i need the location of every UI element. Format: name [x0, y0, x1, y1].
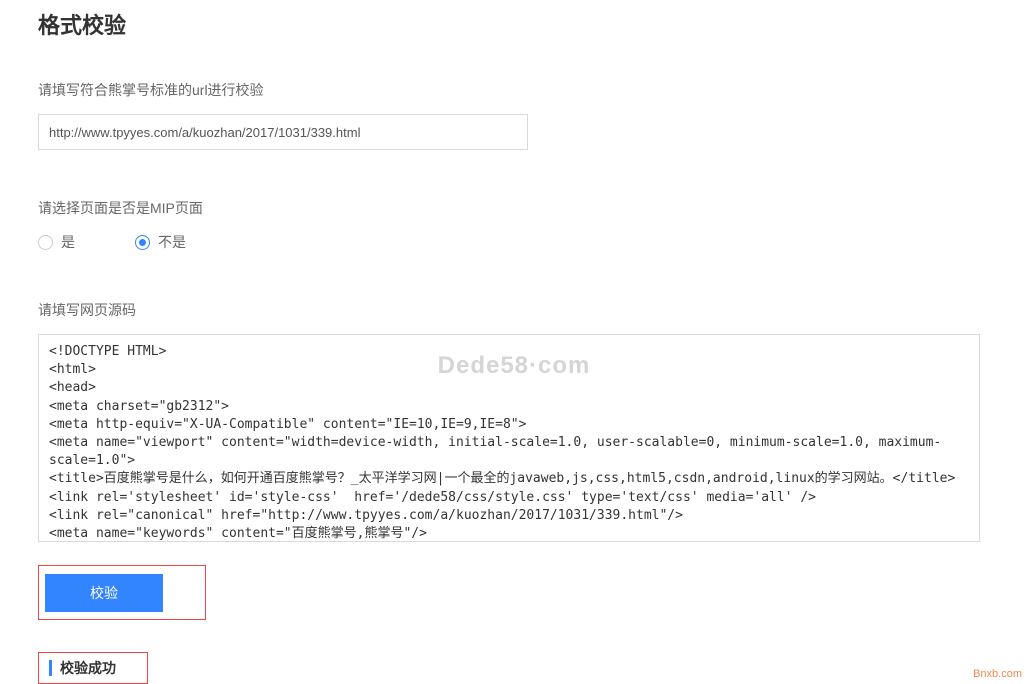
url-section-label: 请填写符合熊掌号标准的url进行校验	[38, 80, 990, 100]
mip-radio-group: 是 不是	[38, 232, 990, 252]
radio-circle-icon	[38, 235, 53, 250]
source-textarea[interactable]	[38, 334, 980, 542]
radio-no-label: 不是	[158, 232, 186, 252]
url-input[interactable]	[38, 114, 528, 150]
footer-mark: Bnxb.com	[973, 668, 1022, 680]
radio-yes-label: 是	[61, 232, 75, 252]
validate-button-box: 校验	[38, 565, 206, 620]
result-text: 校验成功	[60, 658, 116, 678]
result-box: 校验成功	[38, 652, 148, 684]
source-textarea-wrap: Dede58·com	[38, 334, 990, 545]
radio-no[interactable]: 不是	[135, 232, 186, 252]
result-bar-icon	[49, 660, 52, 676]
page-title: 格式校验	[38, 8, 990, 40]
radio-yes[interactable]: 是	[38, 232, 75, 252]
mip-section-label: 请选择页面是否是MIP页面	[38, 198, 990, 218]
validate-button[interactable]: 校验	[45, 574, 163, 612]
radio-circle-icon	[135, 235, 150, 250]
source-section-label: 请填写网页源码	[38, 300, 990, 320]
